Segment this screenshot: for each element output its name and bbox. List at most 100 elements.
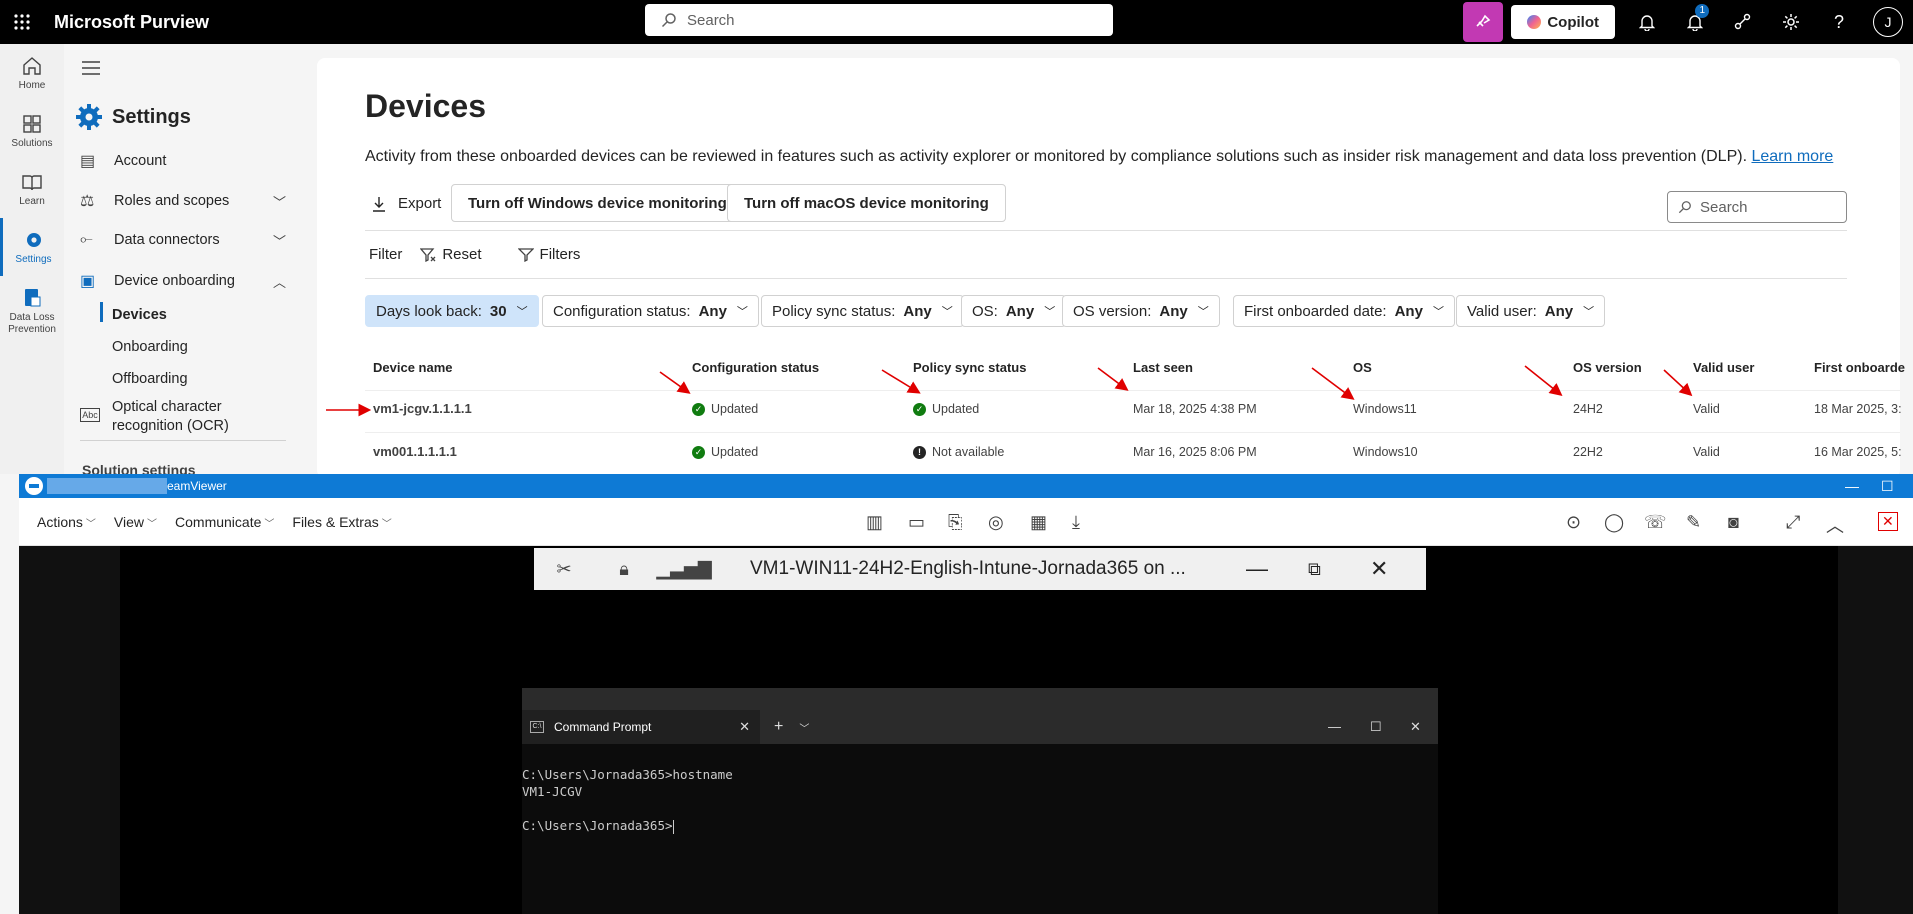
security-copilot-button[interactable] [1463,2,1504,42]
minimize-icon[interactable]: — [1246,548,1268,590]
remote-desktop-bar: ✂ 🔒︎ ▁▃▅▇ VM1-WIN11-24H2-English-Intune-… [534,548,1426,590]
rail-learn[interactable]: Learn [0,160,64,218]
roles-icon: ⚖ [80,193,95,210]
os-version-filter[interactable]: OS version: Any ﹀ [1062,295,1220,327]
hamburger-icon[interactable] [82,58,100,81]
avatar[interactable]: J [1873,7,1903,37]
valid-user-filter[interactable]: Valid user: Any ﹀ [1456,295,1606,327]
file-transfer-icon[interactable]: ⎘ [948,512,962,533]
menu-files-extras[interactable]: Files & Extras ﹀ [292,514,391,530]
record-icon[interactable]: ◎ [988,512,1004,533]
new-tab-icon[interactable]: + [774,718,783,736]
gear-icon [26,233,41,247]
maximize-icon[interactable]: ☐ [1370,710,1382,744]
whiteboard-icon[interactable]: ✎ [1686,512,1701,533]
check-circle-icon: ✓ [913,402,926,416]
text-cursor [672,819,674,834]
rail-solutions[interactable]: Solutions [0,102,64,160]
chevron-up-icon: ︿ [272,274,286,290]
help-icon[interactable]: ? [1815,0,1863,44]
search-icon [1678,201,1691,214]
screen-off-icon[interactable]: ▦ [1030,512,1047,533]
column-header[interactable]: OS version [1573,360,1642,375]
app-title[interactable]: Microsoft Purview [54,12,209,33]
minimize-icon[interactable]: — [1328,710,1341,744]
screenshot-icon[interactable]: ◙ [1728,512,1739,533]
column-header[interactable]: Device name [373,360,453,375]
os-filter[interactable]: OS: Any ﹀ [961,295,1067,327]
settings-gear-icon[interactable] [1767,0,1815,44]
device-onboarding-icon: ▣ [80,273,96,290]
unpin-icon[interactable]: ✂ [534,548,594,590]
chevron-down-icon: ﹀ [1197,306,1209,318]
terminal-output[interactable]: C:\Users\Jornada365>hostname VM1-JCGV C:… [522,744,1438,914]
divider [365,432,1900,433]
export-button[interactable]: Export [372,195,441,212]
download-icon[interactable]: ⤓ [1072,512,1080,533]
signal-icon[interactable]: ▁▃▅▇ [654,548,714,590]
check-circle-icon: ✓ [692,402,705,416]
column-header[interactable]: Last seen [1133,360,1193,375]
end-session-icon[interactable]: ✕ [1878,512,1898,531]
device-name-cell[interactable]: vm1-jcgv.1.1.1.1 [373,401,472,416]
first-onboarded-date-filter[interactable]: First onboarded date: Any ﹀ [1233,295,1455,327]
days-look-back-filter[interactable]: Days look back: 30 ﹀ [365,295,539,327]
remote-devices-icon[interactable]: ▭ [908,512,925,533]
configuration-status-filter[interactable]: Configuration status: Any ﹀ [542,295,759,327]
copilot-button[interactable]: Copilot [1511,5,1615,39]
filters-button[interactable]: Filters [517,246,599,263]
ocr-icon: Abc [80,408,100,422]
terminal-icon: C:\ [530,721,544,733]
lock-icon[interactable]: ⊙ [1566,512,1581,533]
nav-onboarding[interactable]: Onboarding [112,339,188,355]
menu-view[interactable]: View ﹀ [114,514,157,530]
column-header[interactable]: Valid user [1693,360,1754,375]
policy-sync-status-filter[interactable]: Policy sync status: Any ﹀ [761,295,964,327]
nav-offboarding[interactable]: Offboarding [112,371,188,387]
close-icon[interactable]: ✕ [1410,710,1421,744]
column-header[interactable]: Configuration status [692,360,819,375]
chat-icon[interactable]: ◯ [1604,512,1624,533]
chevron-down-icon[interactable]: ﹀ [799,720,809,735]
chevron-down-icon: ﹀ [736,306,748,318]
nav-devices[interactable]: Devices [112,307,167,323]
nav-device-onboarding[interactable]: ▣ Device onboarding ︿ [80,271,286,291]
os-version-cell: 22H2 [1573,445,1603,459]
nav-ocr[interactable]: Abc Optical character recognition (OCR) [80,398,286,436]
close-tab-icon[interactable]: ✕ [739,719,750,735]
call-icon[interactable]: ☏ [1644,512,1667,533]
column-header[interactable]: Policy sync status [913,360,1026,375]
nav-roles-and-scopes[interactable]: ⚖ Roles and scopes ﹀ [80,191,286,211]
command-prompt-tab[interactable]: C:\ Command Prompt ✕ [522,710,760,744]
close-icon[interactable]: ✕ [1370,548,1388,590]
collapse-toolbar-icon[interactable]: ︿ [1826,512,1844,538]
nav-data-connectors[interactable]: ⟜ Data connectors ﹀ [80,231,286,249]
maximize-icon[interactable]: ☐ [1881,474,1894,498]
menu-actions[interactable]: Actions ﹀ [37,514,96,530]
minimize-icon[interactable]: — [1845,474,1859,498]
column-header[interactable]: OS [1353,360,1372,375]
device-name-cell[interactable]: vm001.1.1.1.1 [373,444,457,459]
app-launcher-icon[interactable] [0,0,44,44]
fullscreen-icon[interactable]: ⤢ [1786,512,1800,533]
devices-search-input[interactable]: Search [1667,191,1847,223]
restore-icon[interactable]: ⧉ [1308,548,1321,590]
share-icon[interactable] [1719,0,1767,44]
menu-communicate[interactable]: Communicate ﹀ [175,514,274,530]
bell-icon[interactable] [1623,0,1671,44]
rail-settings[interactable]: Settings [0,218,64,276]
nav-account[interactable]: ▤ Account [80,151,286,171]
terminal-line: VM1-JCGV [522,784,583,799]
rail-home[interactable]: Home [0,44,64,102]
notifications-icon[interactable]: 1 [1671,0,1719,44]
reset-button[interactable]: Reset [420,246,499,263]
turn-off-macos-monitoring-button[interactable]: Turn off macOS device monitoring [727,184,1006,222]
remote-info-icon[interactable]: ▥ [866,512,883,533]
column-header[interactable]: First onboarde [1814,360,1905,375]
divider [365,278,1847,279]
rail-dlp[interactable]: Data Loss Prevention [0,276,64,346]
learn-more-link[interactable]: Learn more [1751,148,1833,165]
lock-icon[interactable]: 🔒︎ [594,548,654,590]
global-search-input[interactable]: Search [645,4,1113,36]
turn-off-windows-monitoring-button[interactable]: Turn off Windows device monitoring [451,184,744,222]
